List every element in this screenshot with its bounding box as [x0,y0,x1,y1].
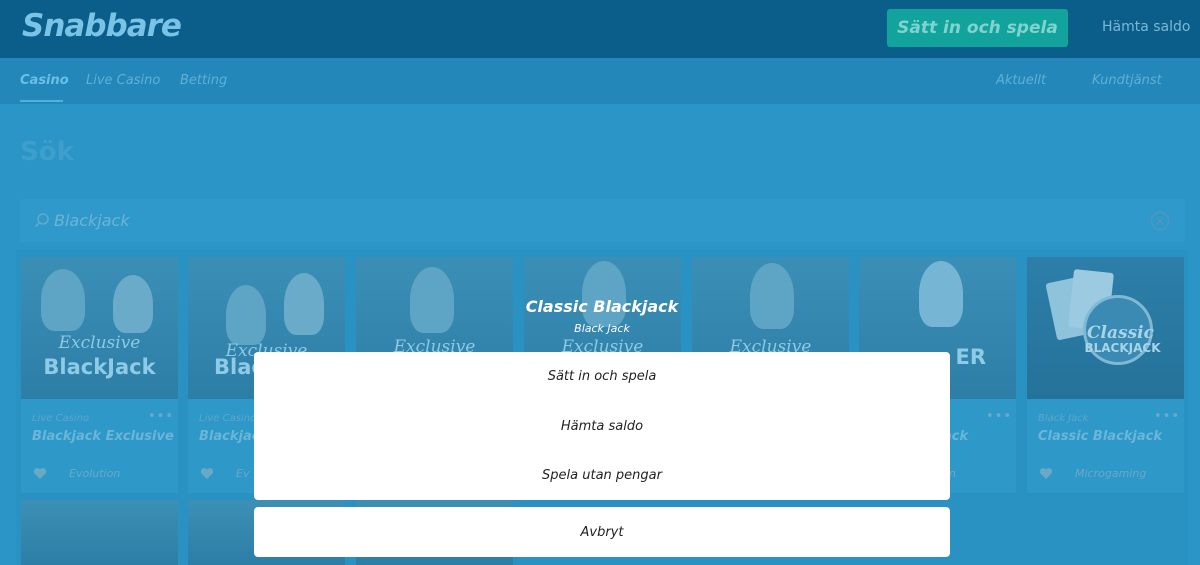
modal-title: Classic Blackjack [525,297,679,316]
game-thumbnail[interactable]: Classic BLACKJACK [1027,257,1184,399]
card-title[interactable]: Blackjac [199,429,259,444]
more-options-icon[interactable]: ••• [148,409,174,424]
heart-icon[interactable] [33,467,47,480]
nav-aktuellt[interactable]: Aktuellt [996,73,1046,88]
fetch-balance-link[interactable]: Hämta saldo [1102,19,1190,35]
game-card[interactable]: Exclusive BlackJack Live Casino ••• Blac… [21,257,178,493]
search-title: Sök [20,137,74,167]
game-thumbnail[interactable] [21,500,178,565]
heart-icon[interactable] [1039,467,1053,480]
deposit-and-play-option[interactable]: Sätt in och spela [254,352,950,401]
main-nav: Casino Live Casino Betting Aktuellt Kund… [0,58,1200,104]
fetch-balance-option[interactable]: Hämta saldo [254,402,950,451]
top-header: Snabbare Sätt in och spela Hämta saldo [0,0,1200,58]
game-card[interactable]: Classic BLACKJACK Black Jack ••• Classic… [1027,257,1184,493]
card-category: Live Casino [199,413,257,424]
deposit-and-play-button[interactable]: Sätt in och spela [887,9,1068,47]
search-input[interactable]: Blackjack [54,211,130,230]
logo[interactable]: Snabbare [22,8,182,44]
thumbnail-script: Classic [1087,323,1154,343]
active-tab-indicator [20,100,63,102]
card-title[interactable]: Blackjack Exclusive [32,429,174,444]
action-sheet: Sätt in och spela Hämta saldo Spela utan… [254,352,950,500]
card-provider: Ev [236,467,250,480]
thumbnail-title: BLACKJACK [1084,341,1161,355]
nav-kundtjanst[interactable]: Kundtjänst [1092,73,1162,88]
card-category: Live Casino [32,413,90,424]
cancel-button[interactable]: Avbryt [254,507,950,557]
more-options-icon[interactable]: ••• [986,409,1012,424]
search-bar[interactable]: Blackjack [20,199,1185,242]
modal-subtitle: Black Jack [574,322,630,335]
clear-search-icon[interactable] [1150,211,1170,231]
card-provider: Microgaming [1075,467,1147,480]
more-options-icon[interactable]: ••• [1154,409,1180,424]
game-thumbnail[interactable]: Exclusive BlackJack [21,257,178,399]
nav-live-casino[interactable]: Live Casino [86,73,160,88]
nav-casino[interactable]: Casino [20,73,69,88]
play-without-money-option[interactable]: Spela utan pengar [254,451,950,500]
thumbnail-script: Exclusive [58,333,141,353]
card-title[interactable]: Classic Blackjack [1038,429,1162,444]
search-icon [34,213,49,228]
nav-betting[interactable]: Betting [180,73,227,88]
card-category: Black Jack [1038,413,1089,424]
card-provider: Evolution [69,467,121,480]
card-provider: n [949,467,956,480]
heart-icon[interactable] [200,467,214,480]
thumbnail-title: BlackJack [43,355,156,379]
